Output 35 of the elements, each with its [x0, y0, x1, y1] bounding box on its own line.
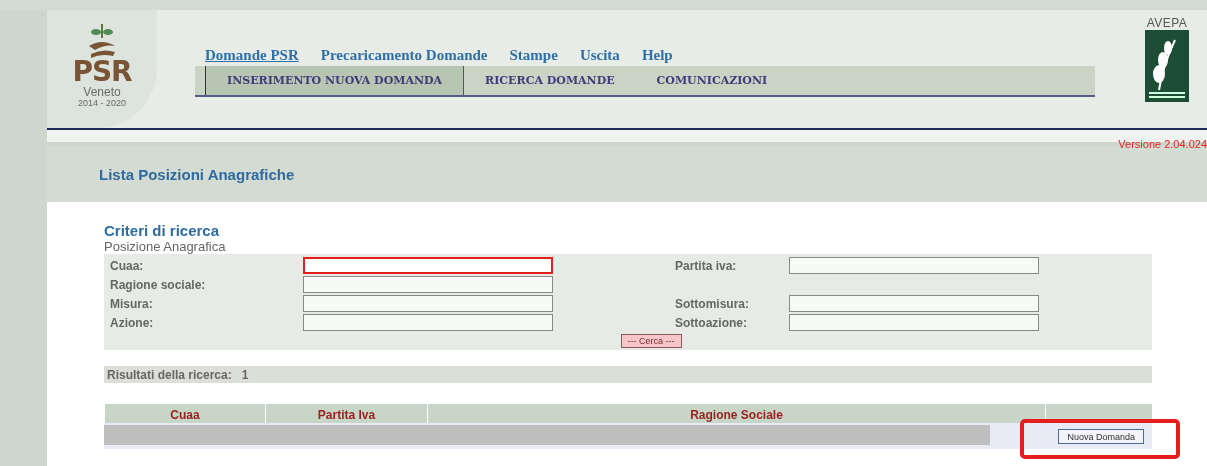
input-field[interactable] — [303, 314, 553, 331]
menu-link[interactable]: Precaricamento Domande — [320, 44, 488, 66]
page-title: Lista Posizioni Anagrafiche — [99, 165, 295, 183]
section-subtitle: Posizione Anagrafica — [104, 239, 227, 254]
version-label: Versione 2.04.024 — [1118, 138, 1207, 150]
nav-tab[interactable]: RICERCA DOMANDE — [464, 66, 636, 95]
field-label: Sottoazione: — [675, 315, 748, 330]
results-count: 1 — [241, 367, 249, 382]
logo-years: 2014 - 2020 — [77, 98, 126, 108]
menu-link[interactable]: Uscita — [579, 44, 620, 66]
nav-tab[interactable]: COMUNICAZIONI — [635, 66, 789, 95]
logo-region: Veneto — [83, 86, 121, 98]
input-field[interactable] — [789, 295, 1039, 312]
nav-tab[interactable]: INSERIMENTO NUOVA DOMANDA — [205, 66, 465, 95]
input-field[interactable] — [303, 276, 553, 293]
agency-name: AVEPA — [1146, 16, 1188, 30]
field-label: Cuaa: — [110, 258, 145, 273]
input-field[interactable] — [789, 257, 1039, 274]
section-title: Criteri di ricerca — [104, 222, 221, 239]
results-label: Risultati della ricerca: — [107, 367, 232, 382]
logo-title: PSR — [72, 58, 132, 86]
search-button[interactable]: --- Cerca --- — [620, 334, 682, 348]
new-application-button[interactable]: Nuova Domanda — [1058, 429, 1144, 444]
field-label: Azione: — [110, 315, 155, 330]
field-label: Ragione sociale: — [110, 277, 207, 292]
wheat-logo-icon — [1145, 30, 1189, 102]
menu-link[interactable]: Domande PSR — [205, 44, 299, 66]
input-field[interactable] — [789, 314, 1039, 331]
field-label: Misura: — [110, 296, 154, 311]
input-field[interactable] — [303, 257, 553, 274]
menu-link[interactable]: Stampe — [509, 44, 558, 66]
input-field[interactable] — [303, 295, 553, 312]
field-label: Sottomisura: — [675, 296, 750, 311]
menu-link[interactable]: Help — [641, 44, 673, 66]
field-label: Partita iva: — [675, 258, 738, 273]
